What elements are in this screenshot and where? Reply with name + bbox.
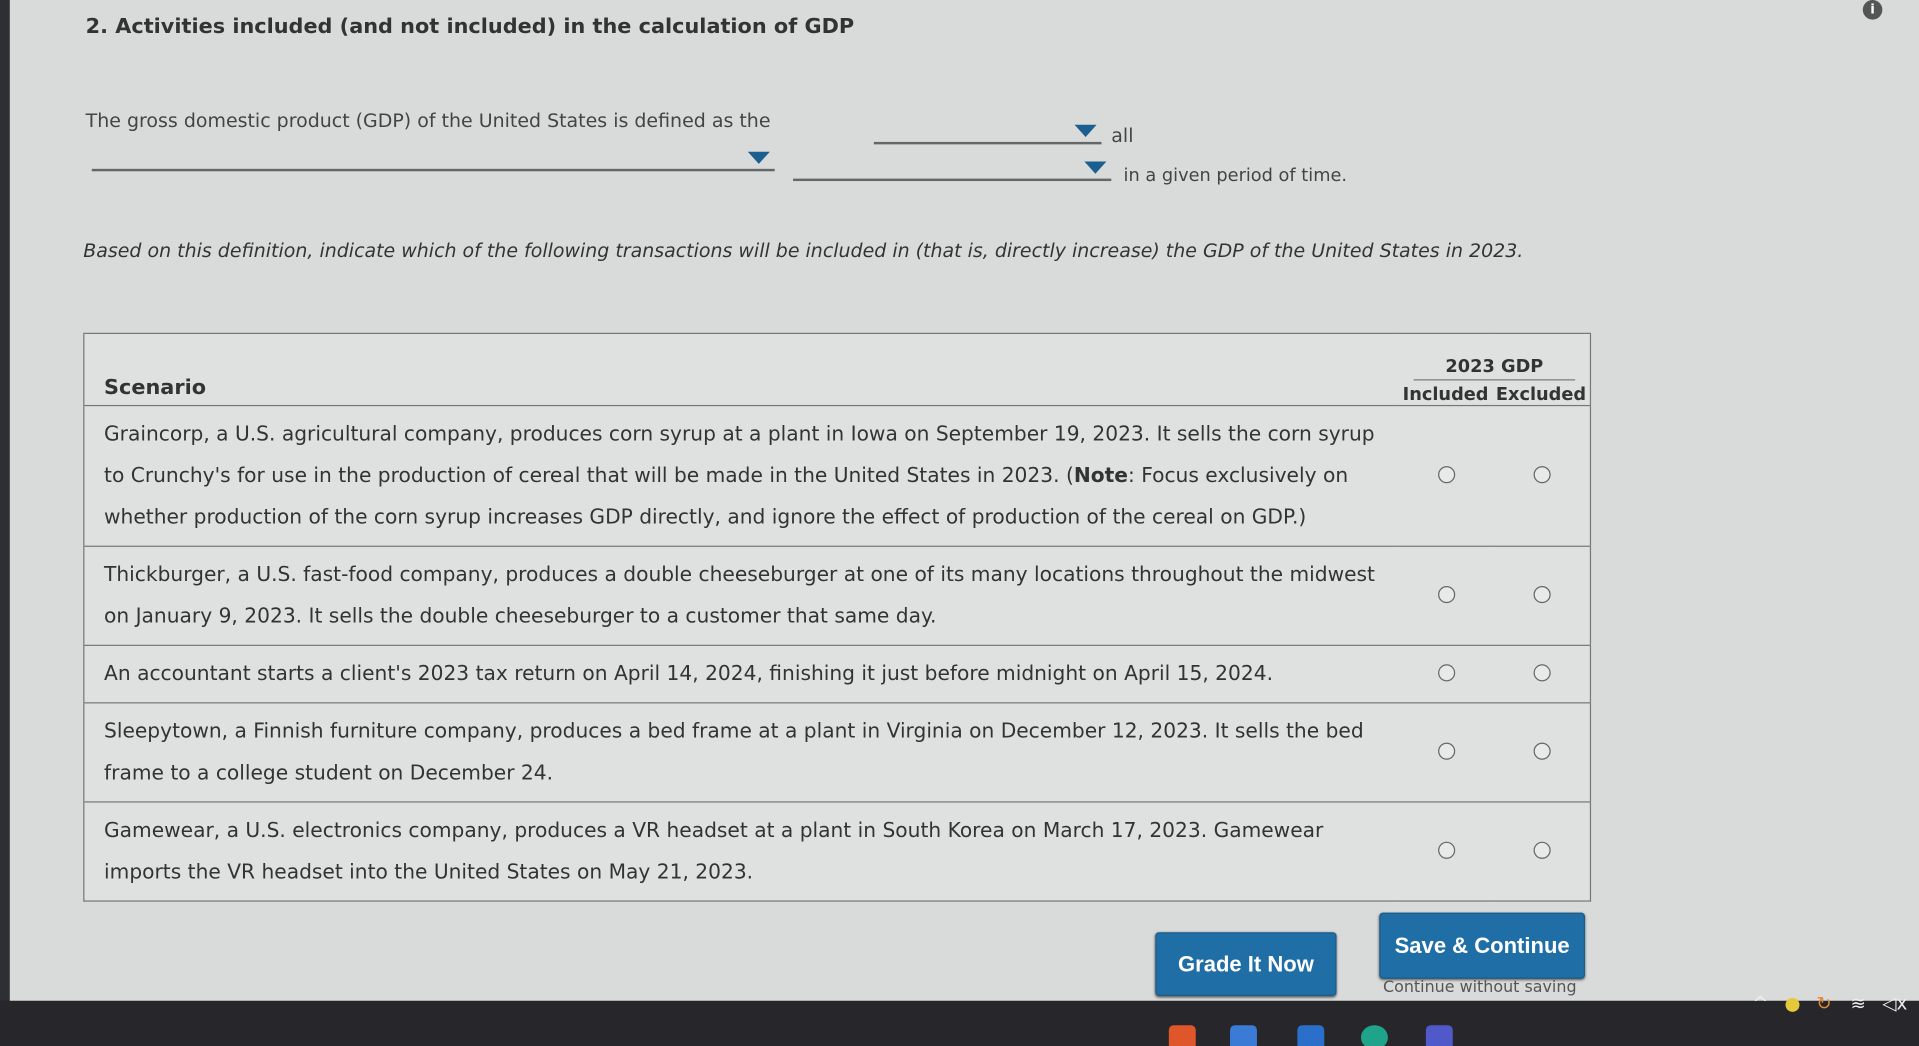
definition-dropdown-3[interactable]	[793, 157, 1112, 182]
definition-text-end: in a given period of time.	[1123, 166, 1348, 186]
scenario-text: An accountant starts a client's 2023 tax…	[83, 644, 1399, 703]
grade-it-now-button[interactable]: Grade It Now	[1155, 932, 1337, 996]
table-header-row: Scenario 2023 GDP Included Excluded	[83, 332, 1591, 406]
outlook-icon[interactable]	[1297, 1025, 1325, 1046]
edge-icon[interactable]	[1360, 1025, 1388, 1046]
definition-text-start: The gross domestic product (GDP) of the …	[85, 110, 771, 133]
sync-icon[interactable]: ↻	[1816, 992, 1831, 1014]
scenario-table: Scenario 2023 GDP Included Excluded Grain…	[83, 332, 1592, 902]
taskbar	[0, 1000, 1919, 1046]
excluded-radio[interactable]	[1533, 663, 1551, 681]
speaker-muted-icon[interactable]: ◁x	[1882, 992, 1907, 1014]
scenario-text: Thickburger, a U.S. fast-food company, p…	[83, 545, 1399, 646]
table-row: Thickburger, a U.S. fast-food company, p…	[83, 545, 1591, 646]
included-header: Included	[1402, 385, 1489, 405]
included-radio[interactable]	[1438, 663, 1456, 681]
included-radio[interactable]	[1438, 741, 1456, 760]
cloud-icon[interactable]: ●	[1784, 992, 1800, 1014]
gdp-header: 2023 GDP Included Excluded	[1398, 332, 1591, 406]
table-row: Sleepytown, a Finnish furniture company,…	[83, 702, 1591, 802]
excluded-radio[interactable]	[1533, 841, 1551, 859]
gdp-group-header: 2023 GDP	[1413, 357, 1576, 381]
chevron-down-icon	[1074, 124, 1097, 138]
instructions: Based on this definition, indicate which…	[83, 239, 1524, 262]
scenario-text: Gamewear, a U.S. electronics company, pr…	[83, 801, 1399, 902]
table-row: Gamewear, a U.S. electronics company, pr…	[83, 801, 1591, 902]
scenario-text: Sleepytown, a Finnish furniture company,…	[83, 702, 1399, 802]
included-radio[interactable]	[1438, 841, 1456, 859]
teams-icon[interactable]	[1425, 1025, 1453, 1046]
definition-text-all: all	[1111, 124, 1134, 147]
definition-dropdown-1[interactable]	[873, 120, 1102, 145]
browser-page: i 2. Activities included (and not includ…	[0, 0, 1919, 1046]
included-radio[interactable]	[1438, 465, 1456, 483]
continue-without-saving-link[interactable]: Continue without saving	[1383, 979, 1577, 997]
chevron-down-icon	[1084, 161, 1107, 174]
included-radio[interactable]	[1438, 585, 1456, 603]
excluded-header: Excluded	[1495, 385, 1587, 405]
table-row: An accountant starts a client's 2023 tax…	[83, 644, 1591, 703]
chevron-down-icon	[747, 151, 770, 164]
note-label: Note	[1073, 463, 1128, 487]
table-row: Graincorp, a U.S. agricultural company, …	[83, 404, 1591, 547]
app-icon[interactable]	[1168, 1025, 1196, 1046]
app-icon[interactable]	[1230, 1025, 1257, 1046]
chevron-up-icon[interactable]: ^	[1753, 992, 1768, 1014]
excluded-radio[interactable]	[1533, 741, 1551, 760]
wifi-icon[interactable]: ≋	[1851, 992, 1866, 1014]
scenario-text: Graincorp, a U.S. agricultural company, …	[83, 404, 1399, 547]
excluded-radio[interactable]	[1533, 465, 1551, 483]
scenario-header: Scenario	[83, 332, 1399, 406]
excluded-radio[interactable]	[1533, 585, 1551, 603]
info-icon[interactable]: i	[1862, 0, 1883, 20]
question-title: 2. Activities included (and not included…	[85, 14, 855, 40]
screen-bezel	[0, 0, 10, 1046]
save-and-continue-button[interactable]: Save & Continue	[1379, 912, 1585, 979]
definition-dropdown-2[interactable]	[91, 147, 775, 172]
